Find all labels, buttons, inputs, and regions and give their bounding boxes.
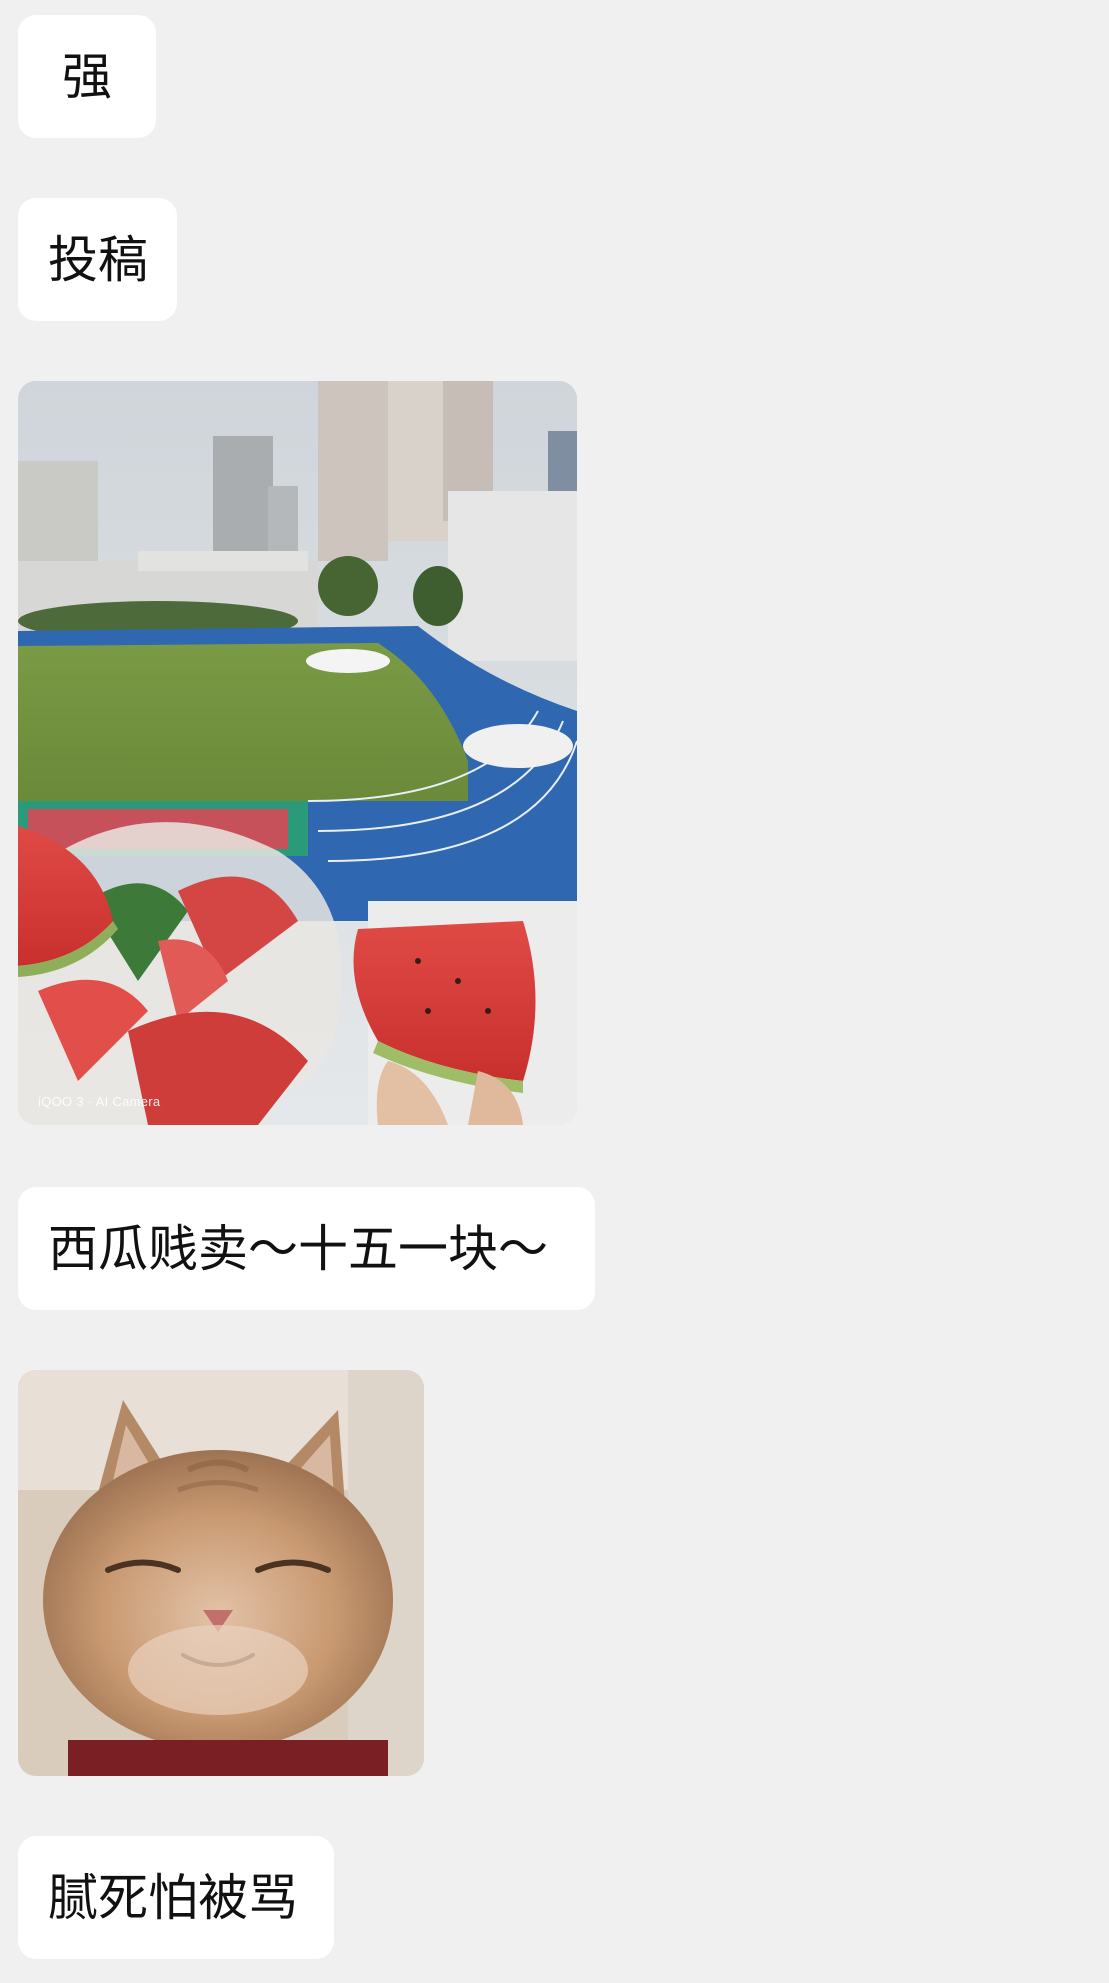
message-text: 西瓜贱卖～十五一块～ bbox=[48, 1219, 548, 1278]
message-text: 投稿 bbox=[48, 230, 148, 289]
watermelon-photo bbox=[18, 381, 577, 1125]
message-text: 强 bbox=[62, 47, 112, 106]
image-message[interactable]: iQOO 3 · AI Camera bbox=[18, 381, 577, 1125]
message-text: 腻死怕被骂 bbox=[48, 1868, 298, 1927]
camera-watermark: iQOO 3 · AI Camera bbox=[38, 1094, 161, 1109]
message-bubble[interactable]: 腻死怕被骂 bbox=[18, 1836, 334, 1959]
smiling-cat-photo bbox=[18, 1370, 424, 1776]
message-bubble[interactable]: 投稿 bbox=[18, 198, 177, 321]
image-message[interactable] bbox=[18, 1370, 424, 1776]
message-bubble[interactable]: 强 bbox=[18, 15, 156, 138]
message-bubble[interactable]: 西瓜贱卖～十五一块～ bbox=[18, 1187, 595, 1310]
